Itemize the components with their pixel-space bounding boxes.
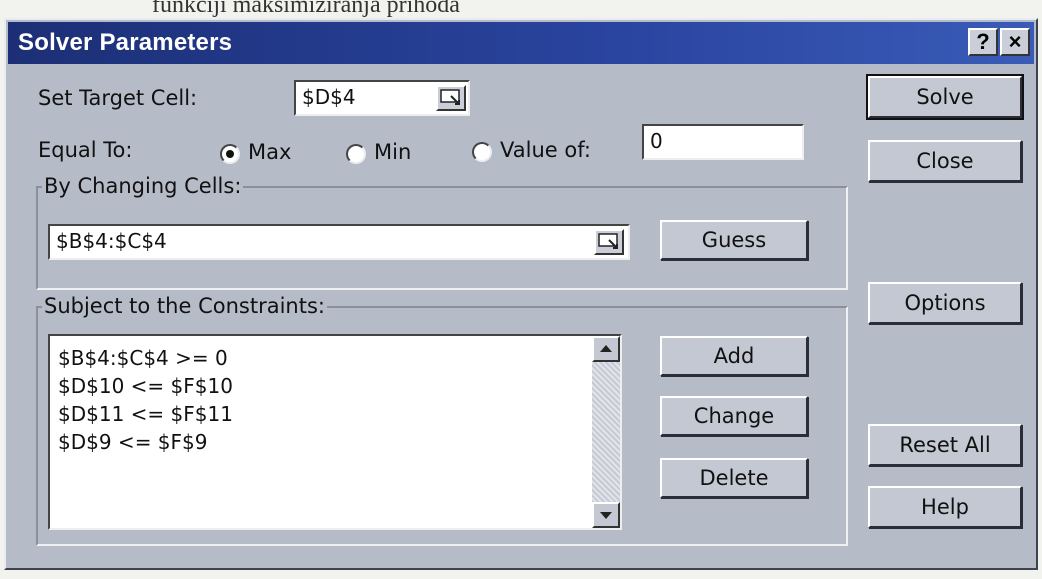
range-selector-icon[interactable] [436,85,466,111]
scroll-up-arrow-icon[interactable] [592,336,620,362]
scroll-down-arrow-icon[interactable] [592,502,620,528]
solve-button[interactable]: Solve [866,74,1024,120]
constraints-list[interactable]: $B$4:$C$4 >= 0 $D$10 <= $F$10 $D$11 <= $… [48,334,622,530]
solver-parameters-dialog: Solver Parameters ? × Set Target Cell: $… [4,18,1038,570]
changing-cells-input[interactable]: $B$4:$C$4 [48,224,630,260]
changing-cells-group-title: By Changing Cells: [42,174,244,198]
list-item[interactable]: $D$10 <= $F$10 [58,374,233,398]
page-caption: funkciji maksimiziranja prihoda [152,0,460,18]
changing-cells-value: $B$4:$C$4 [56,229,167,253]
close-title-button[interactable]: × [1000,28,1030,56]
options-button[interactable]: Options [868,282,1022,324]
constraints-group-title: Subject to the Constraints: [42,294,327,318]
value-of-radio[interactable] [472,142,492,162]
dialog-title: Solver Parameters [18,29,233,56]
help-button[interactable]: Help [868,486,1022,528]
constraints-scrollbar[interactable] [592,336,620,528]
equal-to-label: Equal To: [38,138,133,162]
delete-button[interactable]: Delete [660,458,808,498]
list-item[interactable]: $D$11 <= $F$11 [58,402,233,426]
list-item[interactable]: $D$9 <= $F$9 [58,430,207,454]
list-item[interactable]: $B$4:$C$4 >= 0 [58,346,228,370]
reset-all-button[interactable]: Reset All [868,424,1022,466]
min-radio-label: Min [374,140,412,164]
target-cell-value: $D$4 [302,85,356,109]
value-of-input[interactable]: 0 [642,124,804,160]
help-title-button[interactable]: ? [968,28,998,56]
close-button[interactable]: Close [868,140,1022,182]
max-radio-label: Max [248,140,292,164]
add-button[interactable]: Add [660,336,808,376]
value-of-value: 0 [650,129,663,153]
value-of-radio-label: Value of: [500,138,591,162]
title-bar: Solver Parameters ? × [8,22,1034,64]
guess-button[interactable]: Guess [660,220,808,260]
max-radio[interactable] [220,144,240,164]
change-button[interactable]: Change [660,396,808,436]
min-radio[interactable] [346,144,366,164]
target-cell-label: Set Target Cell: [38,86,198,110]
range-selector-icon[interactable] [594,229,624,255]
